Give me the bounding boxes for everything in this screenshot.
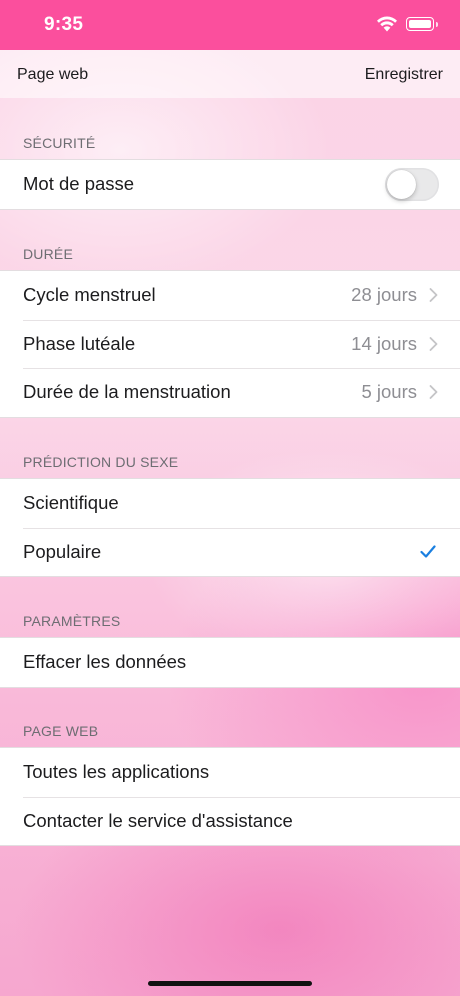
- row-label: Contacter le service d'assistance: [23, 809, 293, 831]
- row-label: Cycle menstruel: [23, 284, 156, 306]
- list-item-all-apps[interactable]: Toutes les applications: [0, 748, 460, 797]
- password-label: Mot de passe: [23, 173, 135, 195]
- battery-icon: [406, 17, 438, 31]
- group-security: Mot de passe: [0, 159, 460, 210]
- status-bar: 9:35: [0, 0, 460, 50]
- clear-data-button[interactable]: Effacer les données: [0, 638, 460, 687]
- save-button[interactable]: Enregistrer: [365, 66, 443, 84]
- section-header-security: SÉCURITÉ: [23, 135, 96, 151]
- row-value: 28 jours: [351, 284, 417, 306]
- home-indicator: [148, 981, 312, 986]
- group-sex-prediction: Scientifique Populaire: [0, 478, 460, 577]
- list-item-luteal[interactable]: Phase lutéale 14 jours: [0, 319, 460, 369]
- section-header-web-page: PAGE WEB: [23, 723, 99, 739]
- section-header-settings: PARAMÈTRES: [23, 613, 121, 629]
- group-duration: Cycle menstruel 28 jours Phase lutéale 1…: [0, 270, 460, 418]
- row-value: 5 jours: [361, 381, 417, 403]
- status-icons: [376, 16, 438, 32]
- group-settings: Effacer les données: [0, 637, 460, 688]
- group-web-page: Toutes les applications Contacter le ser…: [0, 747, 460, 846]
- chevron-right-icon: [429, 336, 438, 351]
- row-value: 14 jours: [351, 332, 417, 354]
- list-item-popular[interactable]: Populaire: [0, 527, 460, 577]
- chevron-right-icon: [429, 385, 438, 400]
- back-button[interactable]: Page web: [17, 66, 88, 84]
- row-label: Phase lutéale: [23, 332, 136, 354]
- list-item-scientific[interactable]: Scientifique: [0, 479, 460, 528]
- password-row: Mot de passe: [0, 160, 460, 209]
- list-item-cycle[interactable]: Cycle menstruel 28 jours: [0, 271, 460, 320]
- chevron-right-icon: [429, 288, 438, 303]
- row-label: Populaire: [23, 540, 102, 562]
- section-header-sex-prediction: PRÉDICTION DU SEXE: [23, 454, 179, 470]
- status-time: 9:35: [44, 14, 84, 35]
- checkmark-icon: [420, 545, 436, 558]
- list-item-menstruation[interactable]: Durée de la menstruation 5 jours: [0, 368, 460, 417]
- list-item-contact-support[interactable]: Contacter le service d'assistance: [0, 796, 460, 846]
- row-label: Durée de la menstruation: [23, 381, 231, 403]
- section-header-duration: DURÉE: [23, 246, 74, 262]
- row-label: Toutes les applications: [23, 761, 210, 783]
- password-toggle[interactable]: [385, 167, 439, 201]
- toggle-knob: [387, 169, 416, 199]
- row-label: Effacer les données: [23, 651, 187, 673]
- wifi-icon: [377, 16, 397, 32]
- nav-bar: Page web Enregistrer: [0, 50, 460, 98]
- row-label: Scientifique: [23, 492, 119, 514]
